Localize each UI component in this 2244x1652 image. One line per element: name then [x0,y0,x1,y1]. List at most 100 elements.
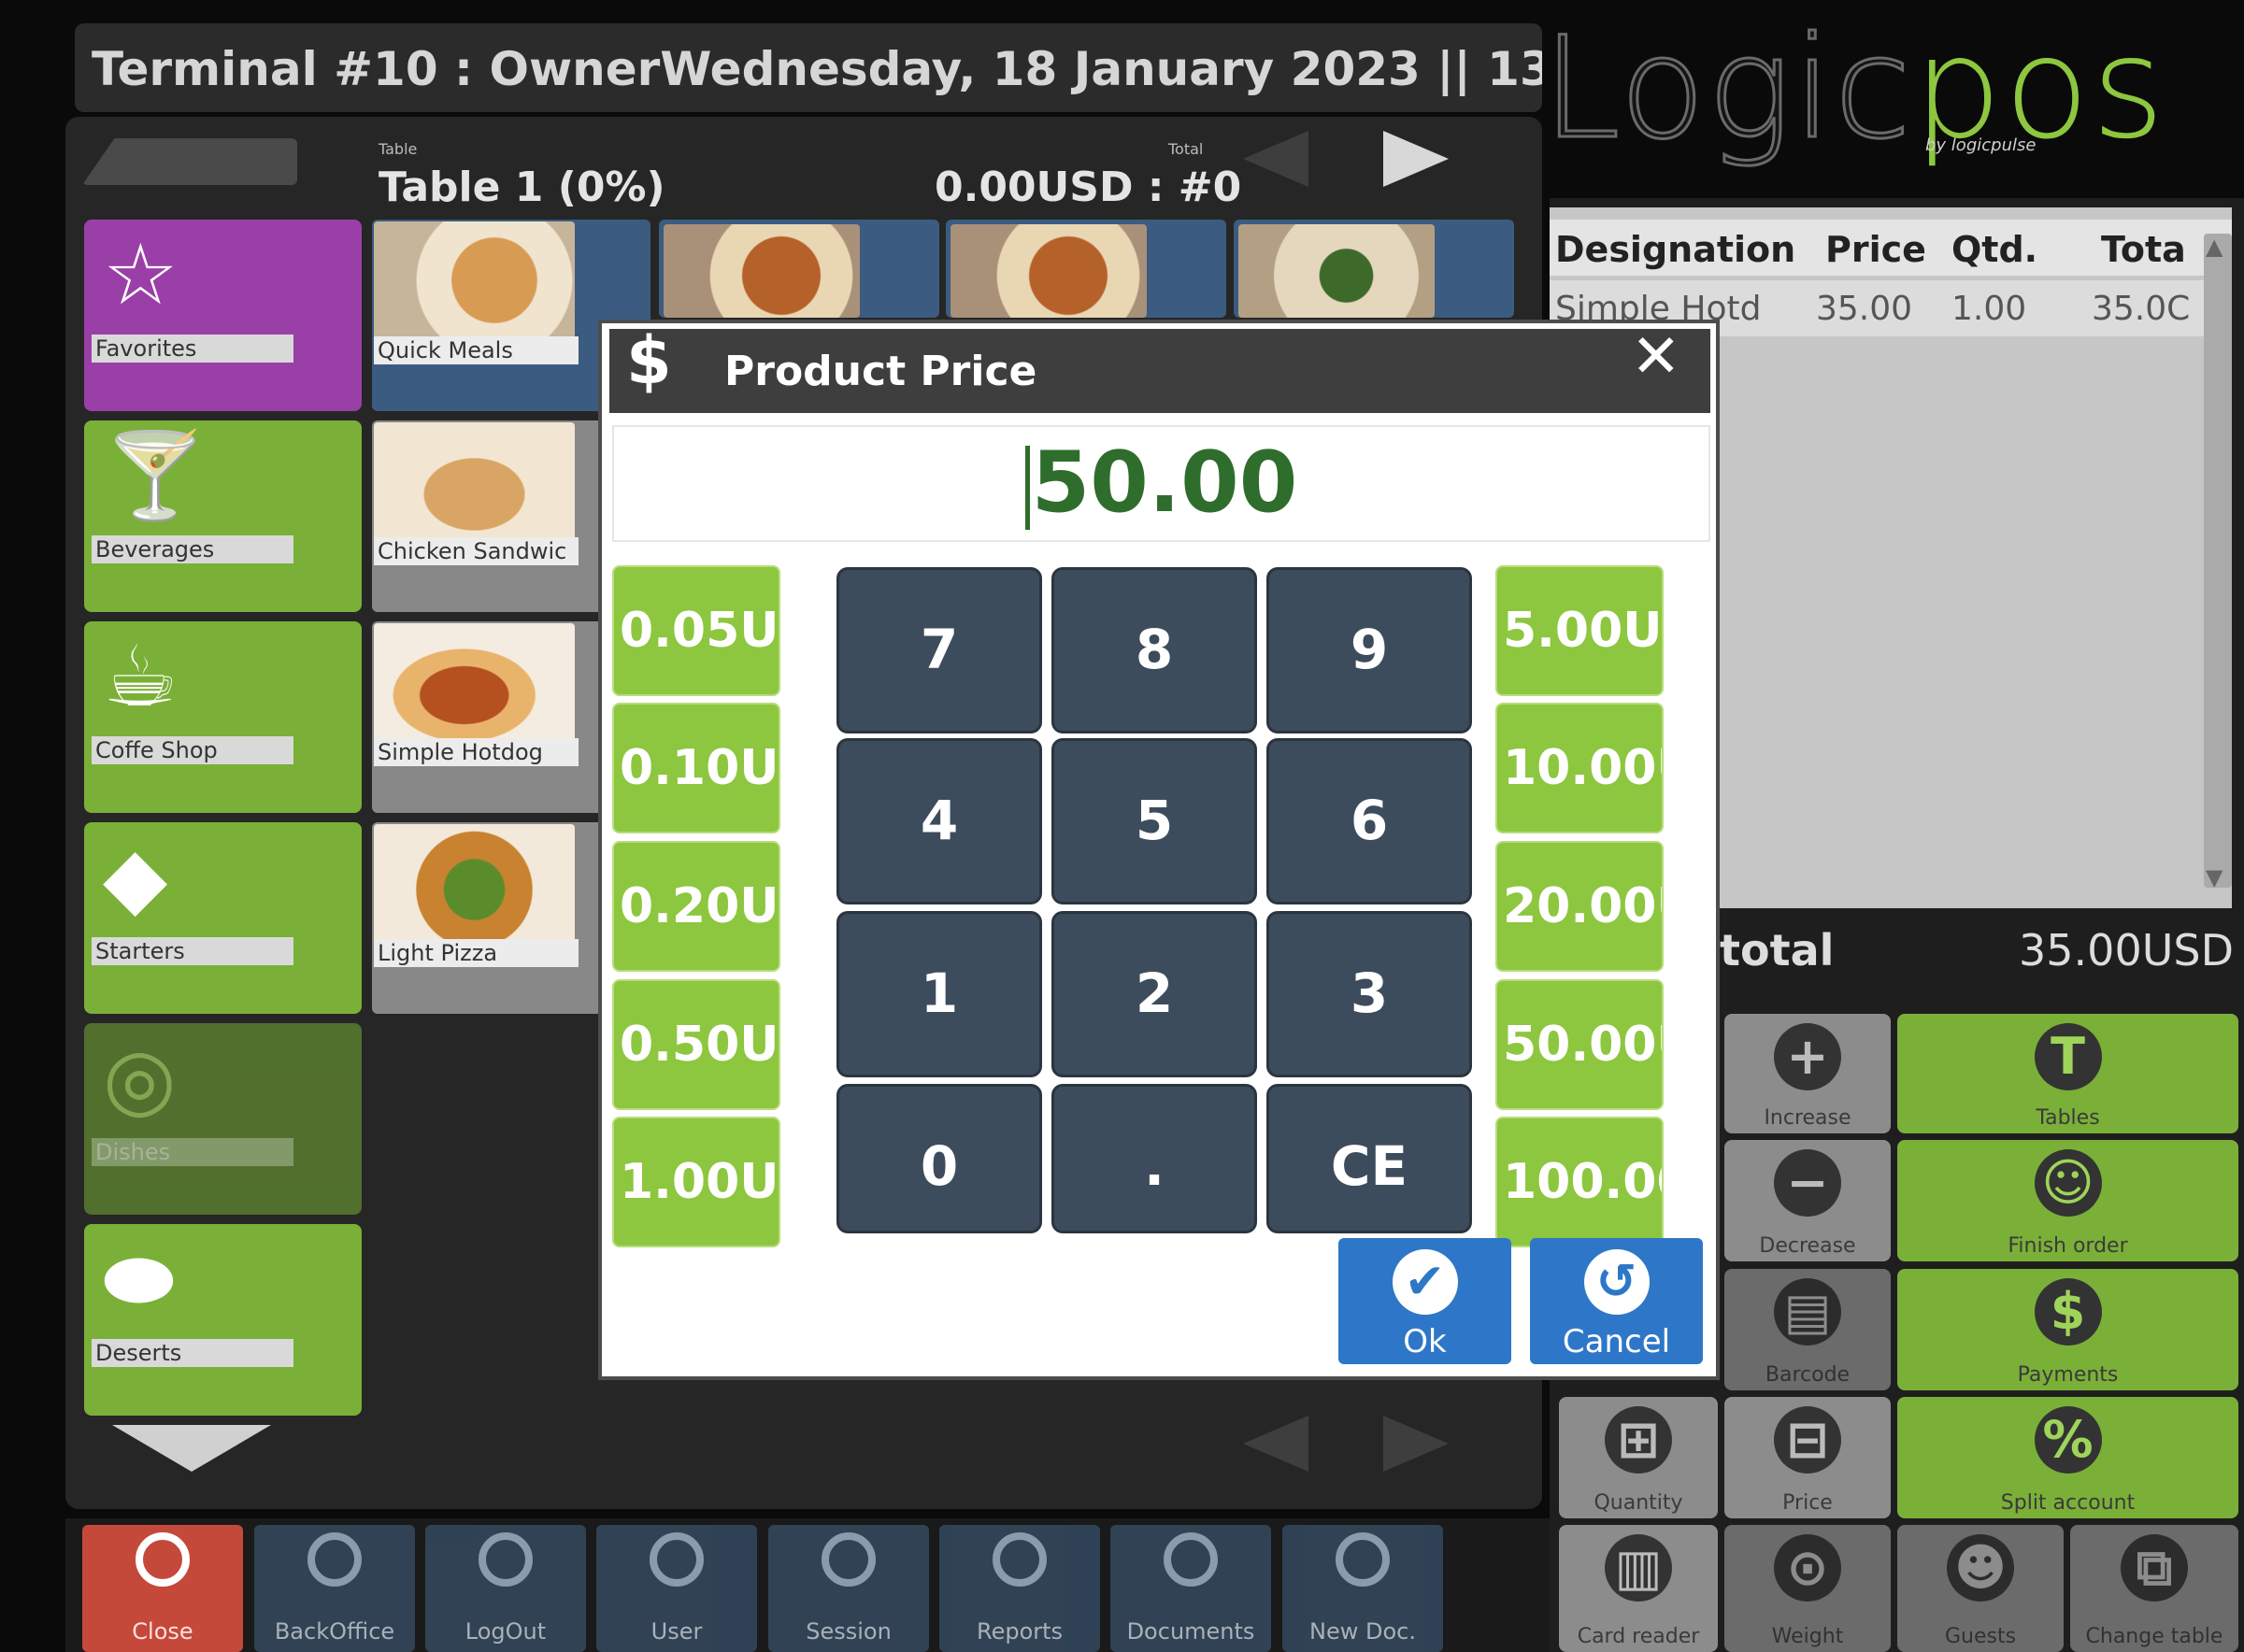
family-beverages[interactable]: 🍸 Beverages [84,420,362,612]
new-doc-icon [1336,1532,1390,1587]
tables-button[interactable]: T Tables [1897,1014,2238,1133]
quick-value-button[interactable]: 100.00USD [1495,1117,1664,1247]
change-table-icon: ⧉ [2121,1534,2188,1602]
plus-icon: + [1774,1023,1841,1090]
barcode-icon: ▤ [1774,1278,1841,1346]
backoffice-icon [307,1532,362,1587]
backoffice-button[interactable]: BackOffice [254,1525,415,1652]
key-6[interactable]: 6 [1266,738,1472,904]
key-8[interactable]: 8 [1051,567,1257,733]
barcode-button[interactable]: ▤ Barcode [1724,1269,1891,1390]
family-coffe-shop[interactable]: ☕ Coffe Shop [84,621,362,813]
scroll-down-icon[interactable]: ▼ [2206,864,2223,890]
action-label: Split account [2000,1491,2136,1515]
starters-icon: ◆ [103,829,168,927]
price-input[interactable]: 50.00 [612,425,1710,542]
ok-label: Ok [1403,1323,1447,1360]
weight-button[interactable]: ⊙ Weight [1724,1525,1891,1652]
change-table-button[interactable]: ⧉ Change table [2070,1525,2238,1652]
family-label: Favorites [92,335,293,363]
ok-button[interactable]: ✔ Ok [1338,1238,1511,1364]
increase-button[interactable]: + Increase [1724,1014,1891,1133]
action-label: Tables [2036,1106,2100,1130]
quick-value-button[interactable]: 0.10USD [612,703,780,833]
family-favorites[interactable]: ☆ Favorites [84,220,362,411]
family-deserts[interactable]: ⬬ Deserts [84,1224,362,1416]
key-7[interactable]: 7 [836,567,1042,733]
family-dishes[interactable]: ◎ Dishes [84,1023,362,1215]
articles-next-arrow[interactable] [1383,131,1449,187]
logout-button[interactable]: LogOut [425,1525,586,1652]
action-label: Quantity [1594,1491,1683,1515]
action-label: Guests [1944,1625,2017,1648]
terminal-title-bar: Terminal #10 : OwnerWednesday, 18 Januar… [75,23,1542,112]
cancel-button[interactable]: ↺ Cancel [1530,1238,1703,1364]
card-reader-button[interactable]: ▥ Card reader [1559,1525,1718,1652]
split-account-button[interactable]: % Split account [1897,1397,2238,1518]
card-reader-icon: ▥ [1605,1534,1672,1602]
key-4[interactable]: 4 [836,738,1042,904]
key-3[interactable]: 3 [1266,911,1472,1077]
key-5[interactable]: 5 [1051,738,1257,904]
families-scroll-up-button[interactable] [82,138,297,185]
action-label: Increase [1764,1106,1851,1130]
quick-value-button[interactable]: 5.00USD [1495,565,1664,696]
family-label: Beverages [92,535,293,563]
articles-prev-page-arrow[interactable] [1243,1416,1308,1472]
new-doc-button[interactable]: New Doc. [1282,1525,1443,1652]
key-1[interactable]: 1 [836,911,1042,1077]
key-decimal[interactable]: . [1051,1084,1257,1233]
quick-value-button[interactable]: 20.00USD [1495,841,1664,972]
key-0[interactable]: 0 [836,1084,1042,1233]
family-label: Starters [92,937,293,965]
article-tile[interactable] [946,220,1226,318]
toolbar-label: Documents [1126,1618,1255,1645]
family-starters[interactable]: ◆ Starters [84,822,362,1014]
article-image [950,224,1147,318]
toolbar-label: Close [132,1618,193,1645]
order-total-label: 0.00USD : #0 [935,164,1242,211]
ticket-grid-header: Designation Price Qtd. Tota [1550,220,2232,276]
decrease-button[interactable]: − Decrease [1724,1140,1891,1261]
payments-button[interactable]: $ Payments [1897,1269,2238,1390]
close-icon[interactable]: ✕ [1631,322,1681,392]
price-button[interactable]: ⊟ Price [1724,1397,1891,1518]
quantity-button[interactable]: ⊞ Quantity [1559,1397,1718,1518]
quick-value-button[interactable]: 1.00USD [612,1117,780,1247]
finish-order-button[interactable]: ☺ Finish order [1897,1140,2238,1261]
subfamily-label: Chicken Sandwic [374,537,579,565]
close-button[interactable]: Close [82,1525,243,1652]
key-9[interactable]: 9 [1266,567,1472,733]
guests-icon: ☻ [1947,1534,2014,1602]
ticket-scrollbar[interactable] [2204,234,2232,888]
finish-order-icon: ☺ [2034,1149,2102,1217]
articles-next-page-arrow[interactable] [1383,1416,1449,1472]
user-button[interactable]: User [596,1525,757,1652]
user-icon [650,1532,704,1587]
key-clear-entry[interactable]: CE [1266,1084,1472,1233]
quick-value-button[interactable]: 0.50USD [612,979,780,1110]
article-image [1238,224,1435,318]
articles-prev-arrow[interactable] [1243,131,1308,187]
documents-button[interactable]: Documents [1110,1525,1271,1652]
quick-meals-image [374,221,575,352]
tables-icon: T [2034,1023,2102,1090]
coffee-icon: ☕ [103,628,179,726]
quick-value-button[interactable]: 10.00USD [1495,703,1664,833]
total-caption: Total [1168,140,1204,158]
scroll-up-icon[interactable]: ▲ [2206,234,2223,260]
key-2[interactable]: 2 [1051,911,1257,1077]
guests-button[interactable]: ☻ Guests [1897,1525,2064,1652]
logout-icon [479,1532,533,1587]
reports-button[interactable]: Reports [939,1525,1100,1652]
article-tile[interactable] [1234,220,1514,318]
quick-value-button[interactable]: 0.20USD [612,841,780,972]
toolbar-label: BackOffice [274,1618,395,1645]
quick-value-button[interactable]: 50.00USD [1495,979,1664,1110]
quick-value-button[interactable]: 0.05USD [612,565,780,696]
reports-icon [993,1532,1047,1587]
article-tile[interactable] [659,220,939,318]
session-button[interactable]: Session [768,1525,929,1652]
toolbar-label: User [650,1618,703,1645]
family-label: Coffe Shop [92,736,293,764]
